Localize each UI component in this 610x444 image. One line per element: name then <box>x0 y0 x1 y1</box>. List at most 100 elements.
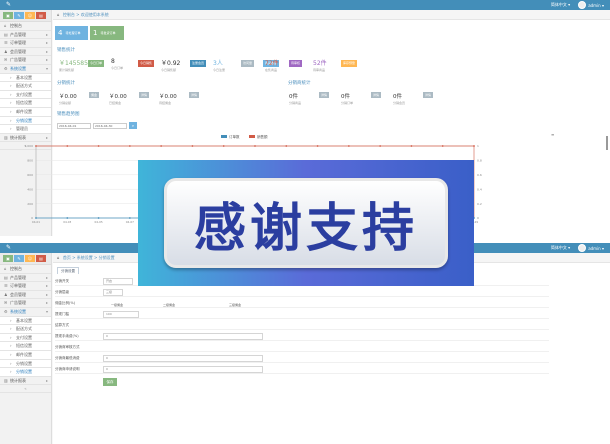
search-icon[interactable]: ⌕ <box>129 122 137 129</box>
form-row: 结算方式 <box>55 321 549 330</box>
form-input[interactable]: 开启 <box>103 278 133 285</box>
shortcut-button-1[interactable]: ▣ <box>3 255 13 262</box>
form-label: 分销商审核方式 <box>55 345 80 349</box>
sidebar-item-3[interactable]: ♟ 会员管理 ▸ <box>0 48 51 57</box>
today-orders-badge[interactable]: 今日订单 <box>88 60 105 67</box>
date-from-select[interactable]: 2016-04-01 <box>57 123 91 129</box>
pending-orders-box[interactable]: 4 待处理订单 <box>55 26 88 40</box>
shortcut-button-2[interactable]: ✎ <box>14 255 24 262</box>
y-tick-label-left: 1,000 <box>24 144 33 148</box>
home-icon[interactable]: ⌂ <box>57 255 60 260</box>
sidebar-item-label: 订单管理 <box>10 283 26 289</box>
sidebar-item-7[interactable]: › 配送方式 <box>0 82 51 91</box>
sidebar-item-4[interactable]: ✉ 广告管理 ▸ <box>0 56 51 65</box>
user-area[interactable]: 简体中文 ▾ admin ▾ <box>551 1 604 9</box>
registrations-badge[interactable]: 注册会员 <box>190 60 207 67</box>
menu-icon: › <box>10 126 12 132</box>
sidebar-item-9[interactable]: › 短信设置 <box>0 342 51 351</box>
chart-menu-icon[interactable]: ≡ <box>551 132 554 137</box>
sidebar-item-0[interactable]: ⌂ 控制台 <box>0 22 51 31</box>
sidebar-item-5[interactable]: ⚙ 系统设置 ▾ <box>0 308 51 317</box>
sidebar-item-0[interactable]: ⌂ 控制台 <box>0 265 51 274</box>
stat-detail-button[interactable]: 详情 <box>189 92 200 98</box>
sidebar-item-10[interactable]: › 邮件设置 <box>0 350 51 360</box>
sidebar-item-1[interactable]: ▤ 产品管理 ▸ <box>0 274 51 283</box>
chevron-icon: ▸ <box>45 31 48 37</box>
form-label: 分销开关 <box>55 279 69 283</box>
shortcut-button-2[interactable]: ✎ <box>14 12 24 19</box>
sidebar-item-1[interactable]: ▤ 产品管理 ▸ <box>0 31 51 40</box>
sidebar-item-label: 邮件设置 <box>16 108 32 114</box>
form-input[interactable]: 100 <box>103 311 139 318</box>
form-input[interactable]: 0 <box>103 366 263 373</box>
form-row: 提现门槛 100 <box>55 310 549 319</box>
sidebar-item-11[interactable]: › 分销设置 <box>0 359 51 369</box>
shortcut-button-1[interactable]: ▣ <box>3 12 13 19</box>
collapse-sidebar-icon[interactable]: « <box>0 385 51 394</box>
sidebar-item-10[interactable]: › 邮件设置 <box>0 107 51 117</box>
today-orders-stat: 8 今日订单 <box>111 58 123 76</box>
today-sales-badge[interactable]: 今日销售 <box>138 60 155 67</box>
form-input[interactable]: 三级 <box>103 289 123 296</box>
language-selector[interactable]: 简体中文 ▾ <box>551 2 570 8</box>
date-to-select[interactable]: 2016-04-30 <box>93 123 127 129</box>
menu-icon: › <box>10 360 12 366</box>
form-input[interactable]: 0 <box>103 333 263 340</box>
sidebar-item-4[interactable]: ✉ 广告管理 ▸ <box>0 299 51 308</box>
x-tick-label: 04-01 <box>32 220 40 224</box>
scrollbar[interactable] <box>606 136 608 150</box>
sidebar-item-7[interactable]: › 配送方式 <box>0 325 51 334</box>
sidebar-item-3[interactable]: ♟ 会员管理 ▸ <box>0 291 51 300</box>
avatar[interactable] <box>578 244 587 252</box>
sidebar-item-label: 分销设置 <box>16 360 32 366</box>
y-tick-label-right: 0.8 <box>477 159 482 163</box>
sidebar-item-12[interactable]: › 管理员 <box>0 125 51 134</box>
data-point <box>473 145 475 147</box>
save-button[interactable]: 保存 <box>103 378 117 386</box>
shortcut-button-3[interactable]: ☺ <box>25 255 35 262</box>
stat-detail-button[interactable]: 详情 <box>423 92 434 98</box>
goods-stat: 72件 在售商品 <box>265 58 279 76</box>
form-input[interactable]: 0 <box>103 355 263 362</box>
shortcut-button-4[interactable]: ▤ <box>36 12 46 19</box>
form-label: 提现门槛 <box>55 312 69 316</box>
pending-orders-count: 4 <box>58 29 63 37</box>
home-icon[interactable]: ⌂ <box>57 12 60 17</box>
pending-orders-label: 待处理订单 <box>65 31 81 35</box>
sidebar-item-6[interactable]: › 基本设置 <box>0 73 51 83</box>
tab-distribution-settings[interactable]: 分销设置 <box>57 267 79 274</box>
stat-detail-button[interactable]: 详情 <box>319 92 330 98</box>
sidebar-item-2[interactable]: ☰ 订单管理 ▸ <box>0 39 51 48</box>
sidebar-item-8[interactable]: › 支付设置 <box>0 90 51 100</box>
unshipped-orders-box[interactable]: 1 待发货订单 <box>90 26 124 40</box>
sidebar-item-6[interactable]: › 基本设置 <box>0 316 51 326</box>
sidebar-item-9[interactable]: › 短信设置 <box>0 99 51 108</box>
stat-detail-button[interactable]: 详情 <box>371 92 382 98</box>
stat-label: 分销会员 <box>393 101 406 105</box>
sidebar-item-5[interactable]: ⚙ 系统设置 ▾ <box>0 65 51 74</box>
sidebar-item-8[interactable]: › 支付设置 <box>0 333 51 343</box>
stock-warning-badge[interactable]: 库存预警 <box>341 60 358 67</box>
user-menu[interactable]: admin ▾ <box>588 246 604 251</box>
stat-detail-button[interactable]: 佣金 <box>89 92 100 98</box>
language-selector[interactable]: 简体中文 ▾ <box>551 245 570 251</box>
top-navbar: ✎ 简体中文 ▾ admin ▾ <box>0 0 610 10</box>
visits-badge[interactable]: 访问量 <box>241 60 255 67</box>
sidebar: ▣ ✎ ☺ ▤ ⌂ 控制台 ▤ 产品管理 ▸ ☰ 订单管理 ▸ ♟ 会员管理 ▸ ✉ 广告管理 ▸ ⚙ 系统设… <box>0 253 52 444</box>
user-area[interactable]: 简体中文 ▾ admin ▾ <box>551 244 604 252</box>
form-row: 分销商审核方式 <box>55 343 549 352</box>
shortcut-button-4[interactable]: ▤ <box>36 255 46 262</box>
pending-review-badge[interactable]: 待审核 <box>289 60 303 67</box>
sidebar-menu: ⌂ 控制台 ▤ 产品管理 ▸ ☰ 订单管理 ▸ ♟ 会员管理 ▸ ✉ 广告管理 ▸ ⚙ 系统设置 ▾ › 基本设置 ›… <box>0 265 51 386</box>
sidebar-item-13[interactable]: ▥ 统计报表 ▸ <box>0 377 51 386</box>
menu-icon: › <box>10 351 12 357</box>
breadcrumb: ⌂ 控制台 > 欢迎使用本系统 <box>53 10 610 20</box>
sidebar-item-11[interactable]: › 分销设置 <box>0 116 51 126</box>
shortcut-button-3[interactable]: ☺ <box>25 12 35 19</box>
sidebar-item-2[interactable]: ☰ 订单管理 ▸ <box>0 282 51 291</box>
sidebar-item-label: 产品管理 <box>10 31 26 37</box>
avatar[interactable] <box>578 1 587 9</box>
stat-detail-button[interactable]: 详情 <box>139 92 150 98</box>
user-menu[interactable]: admin ▾ <box>588 3 604 8</box>
sidebar-item-12[interactable]: › 分销设置 <box>0 368 51 377</box>
